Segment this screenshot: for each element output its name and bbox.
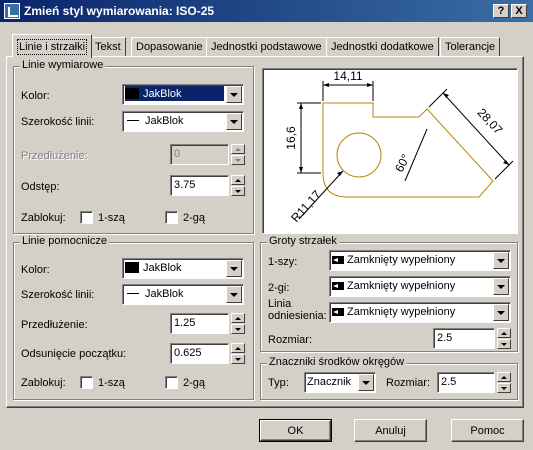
color-swatch (125, 88, 139, 99)
ext-lineweight-label: Szerokość linii: (21, 289, 95, 301)
arrow-leader-label-1: Linia (268, 298, 292, 310)
spin-up-icon[interactable] (231, 175, 245, 185)
spin-up-icon[interactable] (231, 313, 245, 323)
arrowhead-icon (332, 307, 344, 317)
arrow-size-input[interactable]: 2.5 (433, 328, 495, 349)
arrow-second-label: 2-gi: (268, 282, 290, 294)
title-bar: Zmień styl wymiarowania: ISO-25 ? X (0, 0, 533, 22)
dim-suppress-2-label[interactable]: 2-gą (183, 212, 205, 224)
tab-alternate-units[interactable]: Jednostki dodatkowe (326, 37, 439, 56)
spin-down-icon[interactable] (497, 339, 511, 349)
arrow-first-label: 1-szy: (268, 256, 298, 268)
tab-primary-units[interactable]: Jednostki podstawowe (206, 37, 327, 56)
line-sample-icon (127, 293, 139, 294)
arrow-first-select[interactable]: Zamknięty wypełniony (329, 250, 511, 271)
center-type-label: Typ: (268, 377, 289, 389)
dim-lineweight-label: Szerokość linii: (21, 116, 95, 128)
ok-button[interactable]: OK (259, 419, 332, 442)
dim-extension-label: Przedłużenie: (21, 150, 88, 162)
dim-spacing-input[interactable]: 3.75 (170, 175, 229, 196)
dim-suppress-1-checkbox[interactable] (80, 211, 93, 224)
dropdown-arrow-icon[interactable] (226, 260, 242, 277)
color-swatch (125, 262, 139, 273)
line-sample-icon (127, 120, 139, 121)
arrow-leader-select[interactable]: Zamknięty wypełniony (329, 302, 511, 323)
spin-down-icon (231, 155, 245, 165)
dropdown-arrow-icon[interactable] (226, 286, 242, 303)
ext-extension-label: Przedłużenie: (21, 319, 88, 331)
arrowhead-icon (332, 281, 344, 291)
dropdown-arrow-icon[interactable] (493, 304, 509, 321)
preview-circle (336, 132, 382, 178)
spin-up-icon[interactable] (497, 328, 511, 338)
preview-pane: 14,11 16,6 28,07 60° R11,17 (262, 68, 518, 234)
tab-text[interactable]: Tekst (90, 37, 126, 56)
dimension-lines-title: Linie wymiarowe (20, 59, 106, 71)
preview-dim-top: 14,11 (333, 69, 362, 83)
ext-offset-input[interactable]: 0.625 (170, 343, 229, 364)
center-size-label: Rozmiar: (386, 377, 431, 389)
ext-extension-spin[interactable]: 1.25 (170, 313, 245, 334)
arrow-size-label: Rozmiar: (268, 334, 313, 346)
dropdown-arrow-icon[interactable] (358, 374, 374, 391)
ext-extension-input[interactable]: 1.25 (170, 313, 229, 334)
preview-dim-angle: 60° (392, 152, 413, 175)
center-size-input[interactable]: 2.5 (437, 372, 495, 393)
center-marks-title: Znaczniki środków okręgów (267, 356, 407, 368)
ext-color-label: Kolor: (21, 264, 50, 276)
spin-down-icon[interactable] (231, 186, 245, 196)
spin-up-icon (231, 144, 245, 154)
spin-up-icon[interactable] (231, 343, 245, 353)
preview-drawing: 14,11 16,6 28,07 60° R11,17 (284, 69, 514, 225)
close-button[interactable]: X (511, 4, 527, 18)
preview-shape (322, 102, 494, 198)
center-type-select[interactable]: Znacznik (304, 372, 376, 393)
ext-offset-spin[interactable]: 0.625 (170, 343, 245, 364)
ext-suppress-1-label[interactable]: 1-szą (98, 377, 125, 389)
ext-suppress-label: Zablokuj: (21, 377, 66, 389)
dim-suppress-1-label[interactable]: 1-szą (98, 212, 125, 224)
dim-lineweight-select[interactable]: JakBlok (122, 111, 244, 132)
dropdown-arrow-icon[interactable] (493, 252, 509, 269)
center-size-spin[interactable]: 2.5 (437, 372, 511, 393)
dropdown-arrow-icon[interactable] (226, 86, 242, 103)
app-icon (4, 3, 20, 19)
arrowhead-icon (332, 255, 344, 265)
ext-lineweight-select[interactable]: JakBlok (122, 284, 244, 305)
dim-color-select[interactable]: JakBlok (122, 84, 244, 105)
dropdown-arrow-icon[interactable] (226, 113, 242, 130)
ext-suppress-1-checkbox[interactable] (80, 376, 93, 389)
cancel-button[interactable]: Anuluj (354, 419, 427, 442)
dim-suppress-label: Zablokuj: (21, 212, 66, 224)
arrow-second-select[interactable]: Zamknięty wypełniony (329, 276, 511, 297)
arrowheads-title: Groty strzałek (267, 235, 339, 247)
spin-down-icon[interactable] (231, 354, 245, 364)
arrow-size-spin[interactable]: 2.5 (433, 328, 511, 349)
ext-suppress-2-checkbox[interactable] (165, 376, 178, 389)
dim-color-label: Kolor: (21, 90, 50, 102)
window-title: Zmień styl wymiarowania: ISO-25 (24, 4, 215, 18)
tab-tolerances[interactable]: Tolerancje (440, 37, 501, 56)
preview-dim-radius: R11,17 (288, 187, 324, 225)
extension-lines-title: Linie pomocnicze (20, 235, 109, 247)
spin-down-icon[interactable] (497, 383, 511, 393)
dropdown-arrow-icon[interactable] (493, 278, 509, 295)
help-button[interactable]: Pomoc (451, 419, 524, 442)
tab-lines-arrows[interactable]: Linie i strzałki (12, 34, 93, 58)
dim-spacing-label: Odstęp: (21, 181, 60, 193)
spin-up-icon[interactable] (497, 372, 511, 382)
dim-suppress-2-checkbox[interactable] (165, 211, 178, 224)
spin-down-icon[interactable] (231, 324, 245, 334)
dim-extension-spin: 0 (170, 144, 245, 165)
tab-fit[interactable]: Dopasowanie (131, 37, 208, 56)
dim-spacing-spin[interactable]: 3.75 (170, 175, 245, 196)
preview-dim-left: 16,6 (284, 126, 298, 150)
ext-offset-label: Odsunięcie początku: (21, 348, 127, 360)
arrow-leader-label-2: odniesienia: (268, 310, 327, 322)
ext-color-select[interactable]: JakBlok (122, 258, 244, 279)
help-title-button[interactable]: ? (493, 4, 509, 18)
ext-suppress-2-label[interactable]: 2-gą (183, 377, 205, 389)
